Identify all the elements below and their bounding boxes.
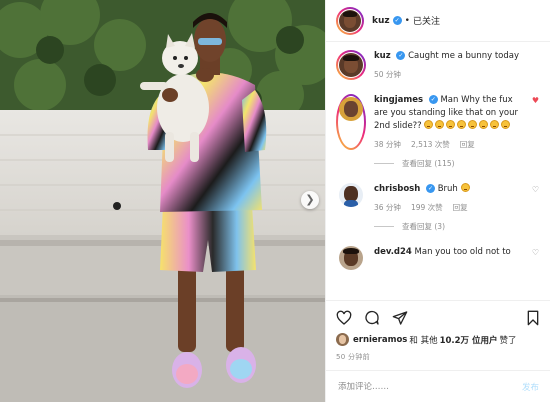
emoji-grin-icon <box>460 183 470 192</box>
comment-username[interactable]: kingjames <box>374 95 423 105</box>
caption-row: kuz ✓ Caught me a bunny today 50 分钟 <box>326 50 550 80</box>
divider-line <box>374 226 394 227</box>
commenter-avatar-ring[interactable] <box>336 94 366 150</box>
liker-username[interactable]: ernieramos <box>353 335 407 345</box>
follow-status-button[interactable]: 已关注 <box>413 14 440 27</box>
comment-body: Man you too old not to <box>414 247 511 257</box>
comment-time[interactable]: 36 分钟 <box>374 202 401 213</box>
comment-meta: 36 分钟 199 次赞 回复 <box>374 202 541 213</box>
caption-time: 50 分钟 <box>374 70 401 79</box>
reply-button[interactable]: 回复 <box>453 202 468 213</box>
heart-icon[interactable] <box>336 310 352 326</box>
author-avatar-ring[interactable] <box>336 6 364 35</box>
commenter-avatar[interactable] <box>339 246 363 270</box>
next-slide-button[interactable]: ❯ <box>301 191 319 209</box>
caption-meta: 50 分钟 <box>374 69 541 80</box>
comment-username[interactable]: dev.d24 <box>374 247 412 257</box>
view-replies-label: 查看回复 (3) <box>402 222 446 231</box>
comment-row: chrisbosh ✓ Bruh 36 分钟 199 次赞 回复 ♡ <box>326 183 550 213</box>
commenter-avatar[interactable] <box>339 183 363 207</box>
comment-composer: 发布 <box>326 370 550 402</box>
post-photo[interactable]: ❯ <box>0 0 325 402</box>
reply-button[interactable]: 回复 <box>460 139 475 150</box>
post-header: kuz ✓ • 已关注 <box>326 0 550 42</box>
likes-joiner: 和 其他 <box>409 335 438 346</box>
likes-suffix: 赞了 <box>499 335 517 346</box>
comment-heart-icon[interactable]: ♡ <box>532 248 539 257</box>
post-side-panel: kuz ✓ • 已关注 kuz ✓ Caught me a bunny toda… <box>325 0 550 402</box>
comment-text: dev.d24 Man you too old not to <box>374 246 541 259</box>
verified-badge-icon: ✓ <box>426 184 435 193</box>
liker-avatar[interactable] <box>336 333 349 346</box>
comment-body: Bruh <box>437 184 458 194</box>
caption-avatar-ring[interactable] <box>336 50 366 80</box>
view-replies-button[interactable]: 查看回复 (3) <box>374 221 550 232</box>
bookmark-icon[interactable] <box>525 310 541 326</box>
comment-time[interactable]: 38 分钟 <box>374 139 401 150</box>
chevron-right-icon: ❯ <box>305 193 315 206</box>
verified-badge-icon: ✓ <box>392 16 402 25</box>
comment-heart-icon[interactable]: ♡ <box>532 185 539 194</box>
author-username[interactable]: kuz <box>372 16 390 26</box>
emoji-laugh-icon <box>424 120 512 131</box>
separator-dot: • <box>404 15 410 26</box>
view-replies-button[interactable]: 查看回复 (115) <box>374 158 550 169</box>
comment-input[interactable] <box>338 381 522 392</box>
comment-row: kingjames ✓ Man Why the fux are you stan… <box>326 94 550 150</box>
caption-body: Caught me a bunny today <box>408 51 519 61</box>
share-icon[interactable] <box>392 310 408 326</box>
view-replies-label: 查看回复 (115) <box>402 159 455 168</box>
comment-likes[interactable]: 199 次赞 <box>411 202 443 213</box>
divider-line <box>374 163 394 164</box>
caption-text: kuz ✓ Caught me a bunny today <box>374 50 541 63</box>
comment-likes[interactable]: 2,513 次赞 <box>411 139 450 150</box>
post-timestamp[interactable]: 50 分钟前 <box>336 352 541 362</box>
author-avatar[interactable] <box>339 9 361 32</box>
comment-heart-filled-icon[interactable]: ♥ <box>532 96 539 105</box>
caption-avatar[interactable] <box>339 53 363 77</box>
comment-text: kingjames ✓ Man Why the fux are you stan… <box>374 94 527 133</box>
commenter-avatar[interactable] <box>339 97 363 121</box>
action-icons <box>336 307 541 329</box>
likes-count[interactable]: 10.2万 位用户 <box>440 334 498 346</box>
comment-meta: 38 分钟 2,513 次赞 回复 <box>374 139 527 150</box>
likes-summary[interactable]: ernieramos 和 其他 10.2万 位用户 赞了 <box>336 333 541 346</box>
caption-username[interactable]: kuz <box>374 51 391 61</box>
verified-badge-icon: ✓ <box>396 51 406 60</box>
comment-icon[interactable] <box>364 310 380 326</box>
post-comment-button[interactable]: 发布 <box>522 381 539 393</box>
comment-text: chrisbosh ✓ Bruh <box>374 183 541 196</box>
comments-list[interactable]: kuz ✓ Caught me a bunny today 50 分钟 king… <box>326 50 550 300</box>
action-bar: ernieramos 和 其他 10.2万 位用户 赞了 50 分钟前 <box>326 300 550 362</box>
comment-row: dev.d24 Man you too old not to ♡ <box>326 246 550 270</box>
comment-username[interactable]: chrisbosh <box>374 184 420 194</box>
photo-scene <box>0 0 325 402</box>
verified-badge-icon: ✓ <box>428 95 438 104</box>
